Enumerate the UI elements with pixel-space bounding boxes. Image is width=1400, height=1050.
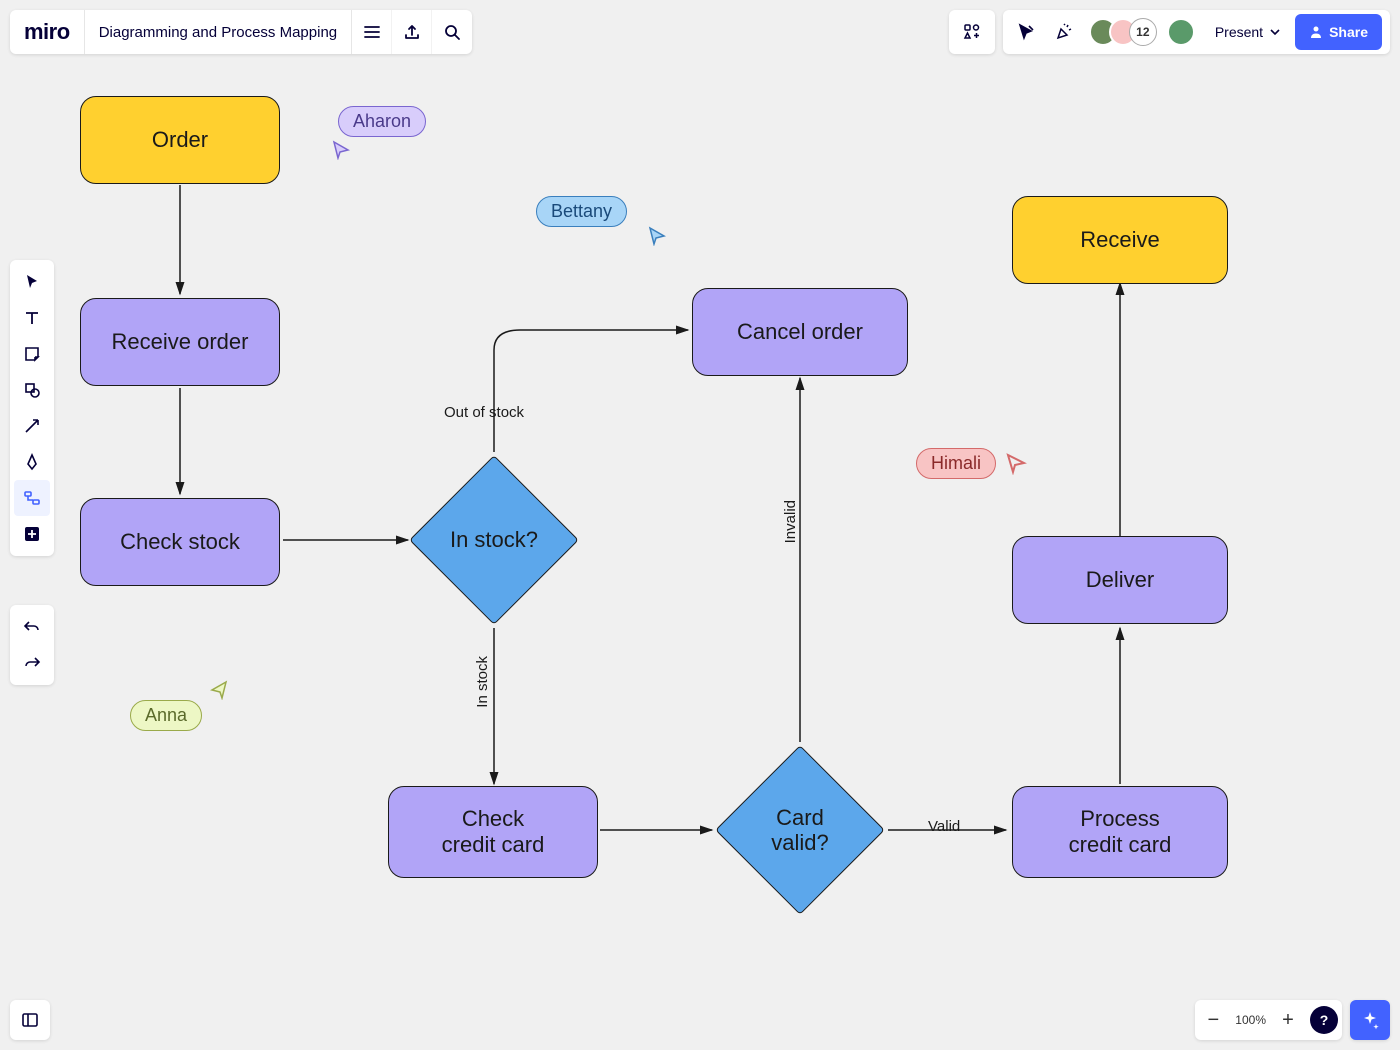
pointer-icon [23, 273, 41, 291]
party-icon [1054, 22, 1074, 42]
connector-tool[interactable] [14, 408, 50, 444]
collab-cursor-aharon: Aharon [338, 106, 426, 137]
current-user-avatar[interactable] [1167, 18, 1195, 46]
plus-icon [23, 525, 41, 543]
menu-icon [363, 23, 381, 41]
left-toolbar-history [10, 605, 54, 685]
ai-assist-button[interactable] [1350, 1000, 1390, 1040]
board-canvas[interactable]: Order Receive order Check stock In stock… [0, 0, 1400, 1050]
pen-tool[interactable] [14, 444, 50, 480]
pen-icon [23, 453, 41, 471]
node-label: Deliver [1086, 567, 1154, 593]
zoom-in-button[interactable]: + [1270, 1000, 1306, 1040]
shapes-tool[interactable] [14, 372, 50, 408]
node-receive-order[interactable]: Receive order [80, 298, 280, 386]
node-label: Check stock [120, 529, 240, 555]
avatar-overflow-count[interactable]: 12 [1129, 18, 1157, 46]
apps-button[interactable] [953, 13, 991, 51]
zoom-value[interactable]: 100% [1231, 1013, 1270, 1027]
apps-icon [963, 23, 981, 41]
search-icon [443, 23, 461, 41]
node-check-credit-card[interactable]: Check credit card [388, 786, 598, 878]
main-menu-button[interactable] [352, 10, 392, 54]
undo-button[interactable] [14, 609, 50, 645]
select-tool[interactable] [14, 264, 50, 300]
text-icon [23, 309, 41, 327]
text-tool[interactable] [14, 300, 50, 336]
diagram-icon [23, 489, 41, 507]
cursor-icon [1017, 23, 1035, 41]
board-title[interactable]: Diagramming and Process Mapping [85, 10, 352, 54]
diagram-tool[interactable] [14, 480, 50, 516]
node-label: Receive [1080, 227, 1159, 253]
topbar: miro Diagramming and Process Mapping [10, 10, 472, 54]
edge-label-out-of-stock: Out of stock [444, 404, 524, 421]
arrow-icon [23, 417, 41, 435]
help-button[interactable]: ? [1310, 1006, 1338, 1034]
sparkle-icon [1360, 1010, 1380, 1030]
sticky-note-tool[interactable] [14, 336, 50, 372]
sticky-icon [23, 345, 41, 363]
person-icon [1309, 25, 1323, 39]
shapes-icon [23, 381, 41, 399]
node-in-stock-decision[interactable]: In stock? [434, 480, 554, 600]
edge-label-invalid: Invalid [782, 500, 799, 543]
collab-cursor-bettany: Bettany [536, 196, 627, 227]
panel-icon [21, 1011, 39, 1029]
edge-label-valid: Valid [928, 818, 960, 835]
cursor-name: Bettany [536, 196, 627, 227]
zoom-out-button[interactable]: − [1195, 1000, 1231, 1040]
node-label: Check credit card [442, 806, 545, 859]
node-label: Receive order [112, 329, 249, 355]
chevron-down-icon [1269, 26, 1281, 38]
node-card-valid-decision[interactable]: Card valid? [740, 770, 860, 890]
node-receive[interactable]: Receive [1012, 196, 1228, 284]
undo-icon [23, 618, 41, 636]
node-deliver[interactable]: Deliver [1012, 536, 1228, 624]
present-label: Present [1215, 24, 1263, 40]
node-label: In stock? [450, 527, 538, 552]
reactions-button[interactable] [1045, 13, 1083, 51]
export-button[interactable] [392, 10, 432, 54]
node-label: Order [152, 127, 208, 153]
bottom-right-cluster: − 100% + ? [1195, 1000, 1390, 1040]
redo-button[interactable] [14, 645, 50, 681]
frames-panel-toggle[interactable] [10, 1000, 50, 1040]
cursor-name: Himali [916, 448, 996, 479]
node-cancel-order[interactable]: Cancel order [692, 288, 908, 376]
cursor-mode-button[interactable] [1007, 13, 1045, 51]
left-toolbar [10, 260, 54, 556]
node-label: Card valid? [771, 805, 828, 856]
more-tools[interactable] [14, 516, 50, 552]
share-button[interactable]: Share [1295, 14, 1382, 50]
top-right-cluster: 12 Present Share [949, 10, 1390, 54]
node-order[interactable]: Order [80, 96, 280, 184]
cursor-name: Aharon [338, 106, 426, 137]
collab-cursor-himali: Himali [916, 448, 1028, 479]
search-button[interactable] [432, 10, 472, 54]
node-process-credit-card[interactable]: Process credit card [1012, 786, 1228, 878]
miro-logo[interactable]: miro [10, 10, 85, 54]
edge-label-in-stock: In stock [474, 656, 491, 708]
node-check-stock[interactable]: Check stock [80, 498, 280, 586]
share-label: Share [1329, 24, 1368, 40]
collaborator-avatars[interactable]: 12 [1083, 18, 1163, 46]
collab-cursor-anna: Anna [130, 700, 202, 731]
cursor-name: Anna [130, 700, 202, 731]
present-button[interactable]: Present [1201, 10, 1291, 54]
node-label: Cancel order [737, 319, 863, 345]
node-label: Process credit card [1069, 806, 1172, 859]
export-icon [403, 23, 421, 41]
zoom-controls: − 100% + ? [1195, 1000, 1342, 1040]
redo-icon [23, 654, 41, 672]
